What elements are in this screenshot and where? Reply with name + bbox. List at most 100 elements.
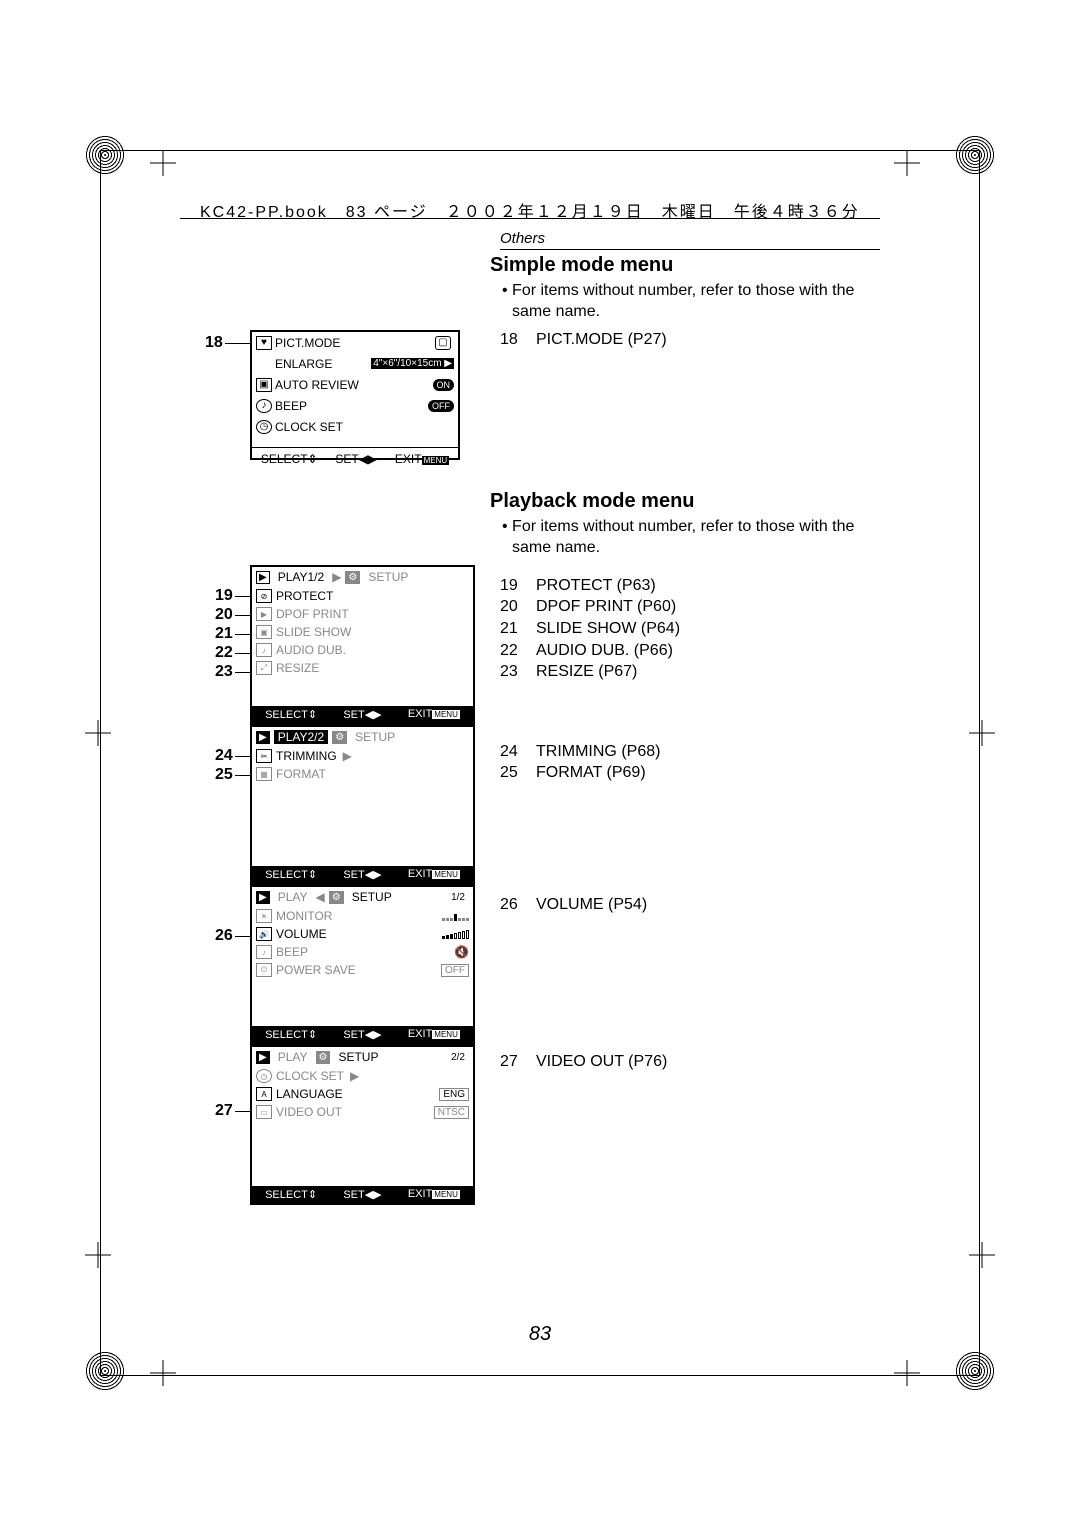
registration-cross [969, 1242, 995, 1268]
camera-icon: ▢ [435, 336, 451, 350]
level-bars [442, 929, 469, 939]
camera-screen-simple: ♥ PICT.MODE ▢ ENLARGE 4"×6"/10×15cm ▶ ▣ … [250, 330, 460, 460]
menu-row-pictmode: ♥ PICT.MODE ▢ [252, 332, 458, 353]
tab-play: PLAY [274, 1050, 312, 1064]
callout-line [235, 634, 251, 635]
protect-icon: ⊘ [256, 589, 272, 603]
camera-screen-setup2: ▶ PLAY ⚙ SETUP 2/2 ◷CLOCK SET▶ ALANGUAGE… [250, 1045, 475, 1205]
menu-label: BEEP [276, 945, 308, 959]
ref-text: FORMAT (P69) [536, 762, 646, 784]
heart-icon: ♥ [256, 336, 272, 350]
callout-line [235, 653, 251, 654]
menu-label: SLIDE SHOW [276, 625, 351, 639]
trimming-icon: ✂ [256, 749, 272, 763]
nav-set: SET◀▶ [343, 1028, 381, 1041]
menu-label: VOLUME [276, 927, 327, 941]
menu-label: CLOCK SET [275, 420, 454, 434]
clock-icon: ◷ [256, 420, 272, 434]
menu-label: PICT.MODE [275, 336, 435, 350]
nav-set: SET◀▶ [343, 868, 381, 881]
nav-select: SELECT⇕ [265, 868, 317, 881]
registration-cross [894, 1360, 920, 1386]
callout-21: 21 [215, 625, 233, 643]
setup-icon: ⚙ [316, 1051, 331, 1064]
tab-setup: SETUP [364, 570, 412, 584]
registration-mark [955, 1351, 995, 1391]
crop-line [100, 150, 980, 151]
video-icon: ▭ [256, 1105, 272, 1119]
slideshow-icon: ▣ [256, 625, 272, 639]
nav-exit: EXITMENU [408, 868, 460, 881]
play-icon: ▶ [256, 571, 270, 584]
monitor-icon: ☀ [256, 909, 272, 923]
camera-screen-play2: ▶ PLAY2/2 ⚙ SETUP ✂TRIMMING▶ ▦FORMAT SEL… [250, 725, 475, 885]
registration-cross [85, 720, 111, 746]
play-icon: ▶ [256, 731, 270, 744]
menu-value: NTSC [434, 1106, 469, 1119]
setup-icon: ⚙ [332, 731, 347, 744]
page-indicator: 2/2 [447, 1052, 469, 1063]
tab-setup: SETUP [351, 730, 399, 744]
registration-mark [85, 135, 125, 175]
menu-label: POWER SAVE [276, 963, 356, 977]
registration-cross [150, 1360, 176, 1386]
menu-value: OFF [428, 400, 454, 412]
beep-icon: ♪ [256, 399, 272, 413]
page-number: 83 [529, 1323, 551, 1346]
menu-value: ENG [439, 1088, 469, 1101]
menu-label: AUDIO DUB. [276, 643, 346, 657]
review-icon: ▣ [256, 378, 272, 392]
ref-row: 18 PICT.MODE (P27) [500, 329, 880, 351]
menu-value: 4"×6"/10×15cm ▶ [371, 358, 454, 369]
callout-22: 22 [215, 644, 233, 662]
tab-play: PLAY2/2 [274, 730, 328, 744]
crop-line [100, 1375, 980, 1376]
nav-exit: EXITMENU [408, 1028, 460, 1041]
ref-num: 18 [500, 329, 528, 351]
crop-line [100, 150, 101, 1376]
section-label: Others [500, 230, 880, 250]
ref-num: 26 [500, 894, 528, 916]
setup-icon: ⚙ [345, 571, 360, 584]
callout-23: 23 [215, 663, 233, 681]
header-rule [180, 218, 880, 219]
menu-label: MONITOR [276, 909, 332, 923]
language-icon: A [256, 1087, 272, 1101]
ref-num: 21 [500, 618, 528, 640]
callout-line [235, 1111, 251, 1112]
ref-text: AUDIO DUB. (P66) [536, 640, 673, 662]
camera-screen-setup1: ▶ PLAY ◀ ⚙ SETUP 1/2 ☀MONITOR 🔊VOLUME ♪B… [250, 885, 475, 1045]
registration-cross [85, 1242, 111, 1268]
ref-text: DPOF PRINT (P60) [536, 596, 676, 618]
registration-cross [894, 150, 920, 176]
menu-row-clockset: ◷ CLOCK SET [252, 416, 458, 437]
menu-label: AUTO REVIEW [275, 378, 433, 392]
nav-exit: EXITMENU [395, 452, 449, 466]
beep-icon: ♪ [256, 945, 272, 959]
menu-row-beep: ♪ BEEP OFF [252, 395, 458, 416]
menu-label: ENLARGE [275, 357, 371, 371]
callout-line [235, 615, 251, 616]
play-icon: ▶ [256, 1051, 270, 1064]
play-icon: ▶ [256, 891, 270, 904]
callout-24: 24 [215, 747, 233, 765]
setup-icon: ⚙ [329, 891, 344, 904]
menu-label: PROTECT [276, 589, 333, 603]
clock-icon: ◷ [256, 1069, 272, 1083]
mute-icon: 🔇 [454, 945, 469, 959]
callout-line [225, 343, 251, 344]
dpof-icon: ▶ [256, 607, 272, 621]
callout-20: 20 [215, 606, 233, 624]
page-indicator: 1/2 [447, 892, 469, 903]
level-bars [442, 911, 469, 921]
tab-play: PLAY [274, 890, 312, 904]
note-playback-mode: • For items without number, refer to tho… [502, 517, 882, 559]
menu-label: TRIMMING [276, 749, 337, 763]
menu-row-enlarge: ENLARGE 4"×6"/10×15cm ▶ [252, 353, 458, 374]
ref-text: RESIZE (P67) [536, 661, 637, 683]
ref-text: VIDEO OUT (P76) [536, 1051, 667, 1073]
ref-text: VOLUME (P54) [536, 894, 647, 916]
callout-line [235, 936, 251, 937]
menu-label: BEEP [275, 399, 428, 413]
nav-select: SELECT⇕ [265, 708, 317, 721]
